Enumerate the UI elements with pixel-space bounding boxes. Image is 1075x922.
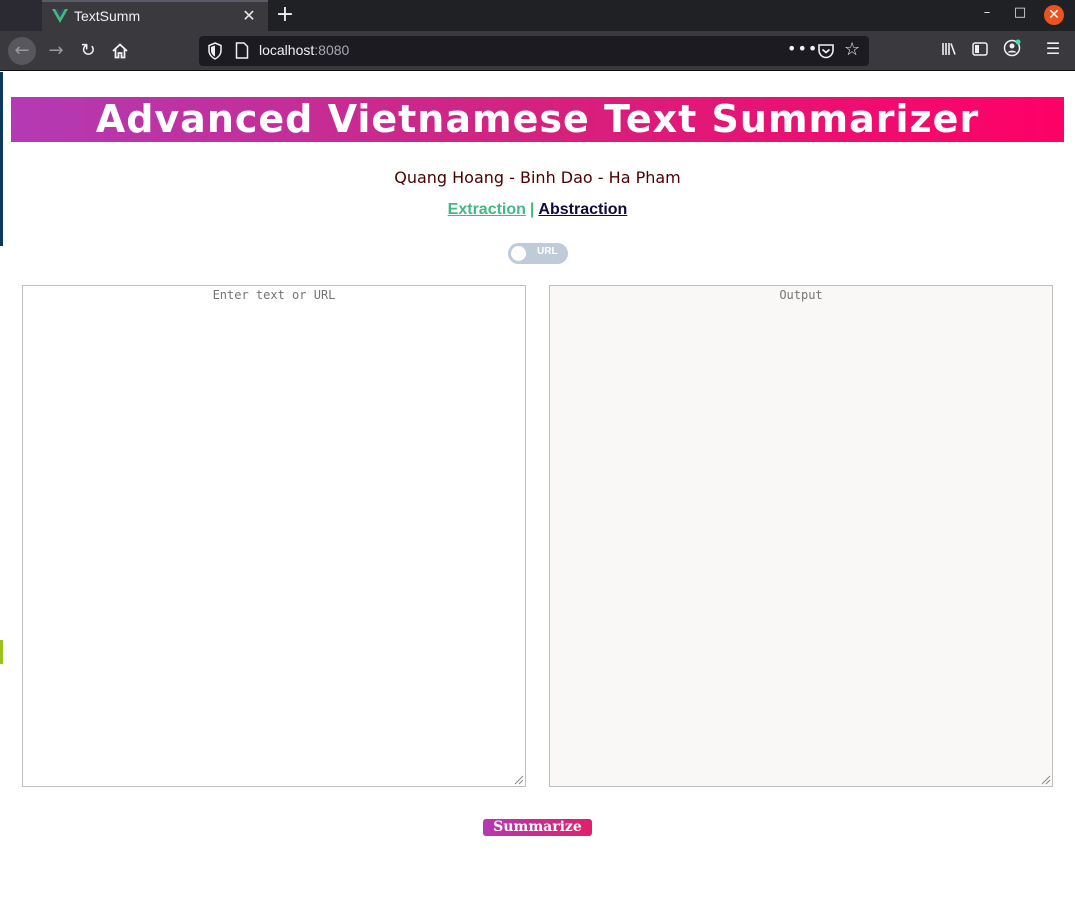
vue-logo-icon: [52, 9, 68, 23]
account-icon[interactable]: [1001, 39, 1023, 61]
output-textarea[interactable]: Output: [549, 285, 1053, 787]
resize-grip-icon[interactable]: [512, 773, 524, 785]
reload-icon[interactable]: ↻: [74, 37, 102, 65]
abstraction-link[interactable]: Abstraction: [538, 201, 627, 218]
page-info-icon[interactable]: [235, 42, 249, 59]
tab-title: TextSumm: [74, 8, 141, 24]
title-banner: Advanced Vietnamese Text Summarizer: [11, 97, 1064, 142]
sidebar-icon[interactable]: [969, 39, 991, 60]
minimize-button[interactable]: –: [977, 5, 997, 20]
resize-grip-icon[interactable]: [1039, 773, 1051, 785]
browser-nav-bar: ← → ↻ localhost:8080 ••• ☆ ☰: [0, 31, 1075, 71]
forward-arrow-icon[interactable]: →: [42, 37, 70, 65]
desktop-edge-accent: [0, 640, 3, 664]
pocket-icon[interactable]: [817, 42, 835, 60]
browser-tab-textsumm[interactable]: TextSumm ✕: [42, 0, 268, 31]
input-placeholder: Enter text or URL: [212, 288, 336, 302]
menu-hamburger-icon[interactable]: ☰: [1042, 39, 1064, 58]
window-close-button[interactable]: ✕: [1044, 5, 1064, 25]
toggle-label: URL: [537, 246, 558, 257]
library-icon[interactable]: [938, 39, 960, 61]
new-tab-button[interactable]: +: [274, 2, 296, 27]
tracking-shield-icon[interactable]: [207, 42, 223, 60]
page-title: Advanced Vietnamese Text Summarizer: [95, 97, 980, 141]
tab-strip-lead: [0, 0, 42, 31]
home-icon[interactable]: [106, 37, 134, 65]
summarize-button[interactable]: Summarize: [483, 819, 592, 836]
url-host: localhost: [259, 42, 315, 58]
address-bar[interactable]: localhost:8080 ••• ☆: [199, 36, 869, 66]
tab-close-icon[interactable]: ✕: [240, 6, 258, 25]
desktop-edge-top: [0, 72, 3, 246]
back-arrow-icon[interactable]: ←: [8, 37, 36, 65]
mode-separator: |: [529, 201, 535, 218]
app-page: Advanced Vietnamese Text Summarizer Quan…: [0, 72, 1075, 922]
browser-tab-strip: TextSumm ✕ + – □ ✕: [0, 0, 1075, 31]
url-toggle-switch[interactable]: URL: [508, 243, 568, 264]
page-actions-icon[interactable]: •••: [787, 39, 818, 58]
bookmark-star-icon[interactable]: ☆: [844, 39, 860, 60]
output-placeholder: Output: [779, 288, 823, 302]
extraction-link[interactable]: Extraction: [448, 201, 526, 218]
toggle-knob: [511, 246, 526, 261]
authors-line: Quang Hoang - Binh Dao - Ha Pham: [394, 168, 681, 187]
input-textarea[interactable]: Enter text or URL: [22, 285, 526, 787]
url-text: localhost:8080: [259, 42, 349, 58]
url-port: :8080: [314, 42, 350, 58]
mode-links: Extraction | Abstraction: [0, 201, 1075, 219]
maximize-button[interactable]: □: [1010, 5, 1030, 20]
